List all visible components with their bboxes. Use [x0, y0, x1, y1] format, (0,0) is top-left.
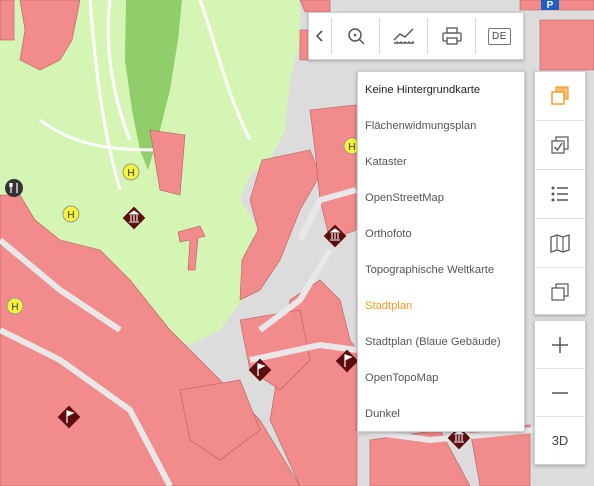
- basemap-option[interactable]: Topographische Weltkarte: [358, 252, 524, 288]
- chevron-left-icon: [315, 30, 323, 42]
- basemap-option[interactable]: Dunkel: [358, 396, 524, 432]
- printer-icon: [441, 27, 462, 45]
- svg-text:H: H: [127, 168, 134, 179]
- basemap-option-active[interactable]: Stadtplan: [358, 288, 524, 324]
- checkbox-layers-icon: [551, 136, 569, 154]
- basemap-option[interactable]: Orthofoto: [358, 216, 524, 252]
- basemap-option[interactable]: OpenStreetMap: [358, 180, 524, 216]
- collapse-toolbar-button[interactable]: [309, 18, 332, 54]
- minus-icon: [552, 391, 568, 394]
- basemap-option[interactable]: Kataster: [358, 144, 524, 180]
- legend-list-button[interactable]: [535, 170, 585, 219]
- view-3d-button[interactable]: 3D: [535, 417, 585, 464]
- basemap-option[interactable]: Stadtplan (Blaue Gebäude): [358, 324, 524, 360]
- basemap-option[interactable]: Keine Hintergrundkarte: [358, 72, 524, 108]
- basemap-menu: Keine Hintergrundkarte Flächenwidmungspl…: [357, 71, 525, 432]
- measure-button[interactable]: [380, 18, 428, 54]
- zoom-out-button[interactable]: [535, 369, 585, 417]
- stack-icon: [551, 283, 569, 301]
- helipad-marker[interactable]: H: [122, 163, 140, 181]
- search-icon: [347, 28, 365, 45]
- svg-text:H: H: [348, 142, 355, 153]
- helipad-marker[interactable]: H: [6, 297, 24, 315]
- chart-measure-icon: [393, 28, 414, 44]
- overview-button[interactable]: [535, 268, 585, 316]
- helipad-marker[interactable]: H: [62, 205, 80, 223]
- map-info-button[interactable]: [535, 219, 585, 268]
- basemap-option[interactable]: Flächenwidmungsplan: [358, 108, 524, 144]
- map-toolbar: DE: [308, 12, 524, 60]
- language-button[interactable]: DE: [476, 18, 523, 54]
- svg-text:H: H: [11, 302, 18, 313]
- plus-icon: [552, 336, 568, 353]
- search-button[interactable]: [332, 18, 380, 54]
- parking-icon[interactable]: P: [541, 0, 559, 11]
- zoom-in-button[interactable]: [535, 321, 585, 369]
- basemap-option[interactable]: OpenTopoMap: [358, 360, 524, 396]
- list-icon: [551, 186, 568, 202]
- print-button[interactable]: [428, 18, 476, 54]
- svg-text:H: H: [67, 210, 74, 221]
- layer-selection-button[interactable]: [535, 121, 585, 170]
- view-3d-label: 3D: [551, 433, 569, 448]
- layers-icon: [551, 86, 569, 105]
- restaurant-poi-icon[interactable]: [5, 179, 23, 197]
- zoom-panel: 3D: [534, 320, 586, 465]
- map-book-icon: [550, 234, 570, 253]
- layer-side-panel: [534, 71, 586, 315]
- language-label: DE: [488, 27, 511, 45]
- basemap-switcher-button[interactable]: [535, 72, 585, 121]
